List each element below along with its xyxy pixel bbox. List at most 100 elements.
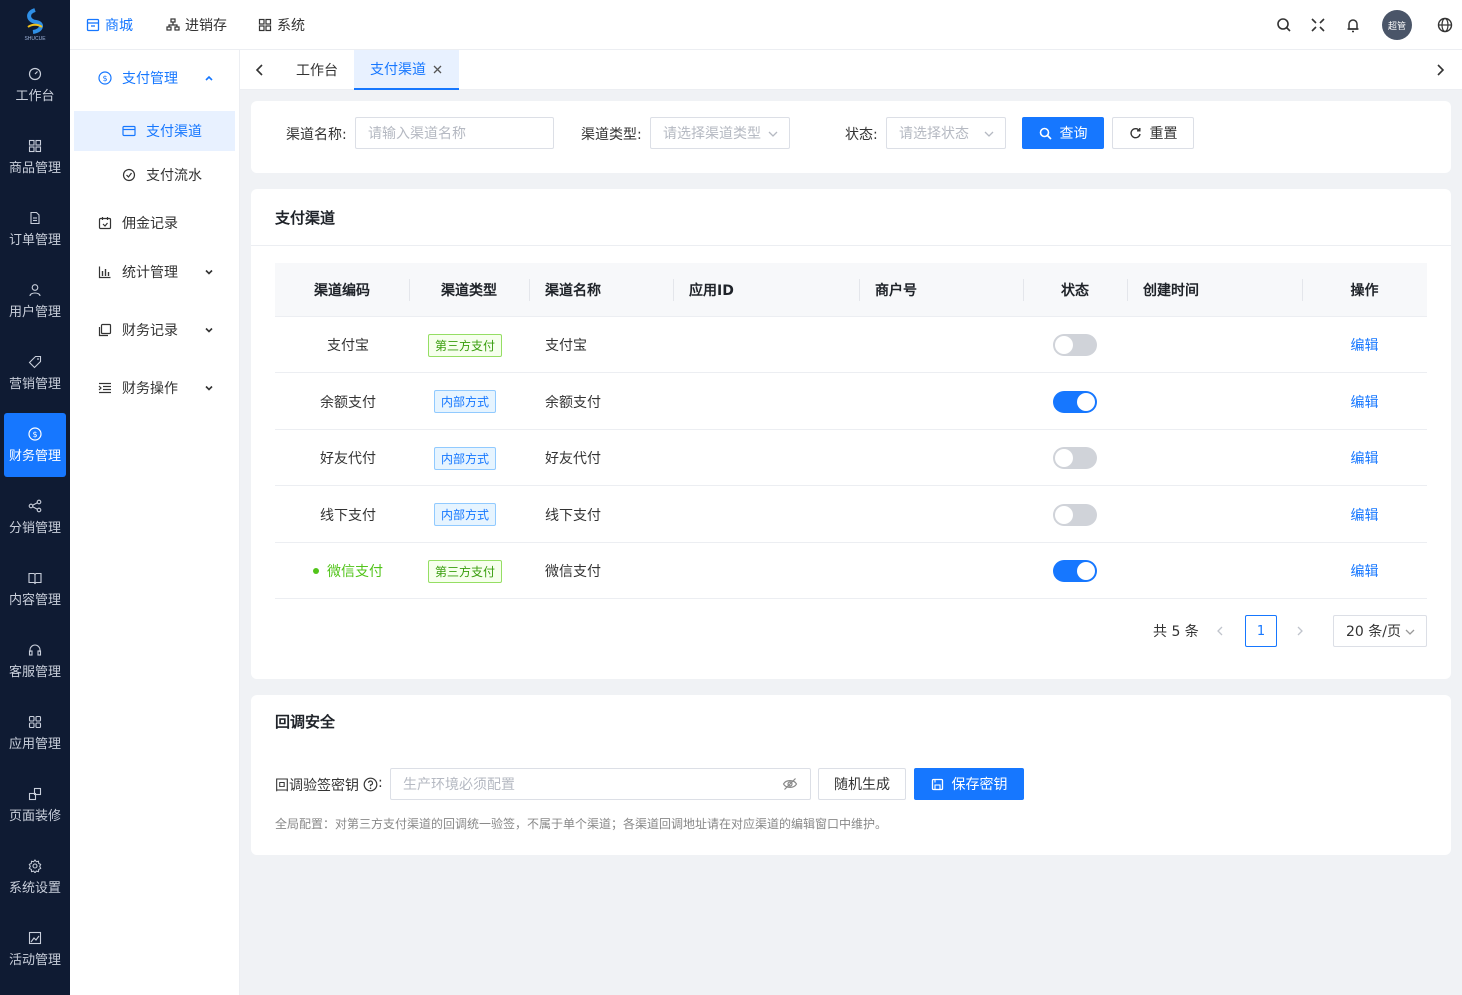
logo[interactable]: SHUCUE bbox=[0, 0, 70, 50]
submenu-item-statistics[interactable]: 统计管理 bbox=[70, 252, 235, 292]
channel-name-input[interactable]: 请输入渠道名称 bbox=[355, 117, 554, 149]
submenu-item-label: 支付流水 bbox=[146, 168, 202, 184]
status-toggle[interactable] bbox=[1053, 390, 1097, 413]
rail-item-label: 用户管理 bbox=[8, 304, 61, 320]
tab-workbench[interactable]: 工作台 bbox=[296, 50, 338, 90]
callback-title: 回调安全 bbox=[275, 713, 336, 731]
eye-off-icon[interactable] bbox=[782, 777, 798, 791]
avatar[interactable]: 超管 bbox=[1382, 10, 1412, 40]
submenu-item-finance-records[interactable]: 财务记录 bbox=[70, 310, 235, 350]
search-icon[interactable] bbox=[1275, 16, 1293, 34]
rail-item[interactable]: 分销管理 bbox=[4, 485, 66, 549]
toggle-knob bbox=[1055, 505, 1073, 524]
channel-name: 余额支付 bbox=[545, 394, 601, 411]
reset-button[interactable]: 重置 bbox=[1112, 117, 1194, 149]
rail-item[interactable]: 营销管理 bbox=[4, 341, 66, 405]
system-icon bbox=[258, 18, 272, 32]
edit-link[interactable]: 编辑 bbox=[1351, 448, 1379, 468]
topnav-store[interactable]: 商城 bbox=[86, 0, 133, 50]
grid-icon bbox=[28, 139, 42, 152]
pagination-total: 共 5 条 bbox=[1153, 624, 1199, 640]
reset-button-label: 重置 bbox=[1149, 126, 1178, 142]
close-icon[interactable] bbox=[432, 64, 443, 75]
channel-type-select[interactable]: 请选择渠道类型 bbox=[650, 117, 790, 149]
channel-type-placeholder: 请选择渠道类型 bbox=[663, 126, 761, 142]
rail-item[interactable]: 工作台 bbox=[4, 53, 66, 117]
column-divider bbox=[859, 279, 860, 301]
search-button[interactable]: 查询 bbox=[1022, 117, 1104, 149]
rail-item[interactable]: 内容管理 bbox=[4, 557, 66, 621]
rail-item[interactable]: 订单管理 bbox=[4, 197, 66, 261]
status-toggle[interactable] bbox=[1053, 334, 1097, 356]
bell-icon[interactable] bbox=[1344, 16, 1362, 34]
page-number[interactable]: 1 bbox=[1245, 615, 1277, 647]
topnav-inventory[interactable]: 进销存 bbox=[166, 0, 227, 50]
sub-menu: $ 支付管理 支付渠道 支付流水 佣金记录 统计管理 财务记录 财务操作 bbox=[70, 50, 240, 995]
submenu-item-commission[interactable]: 佣金记录 bbox=[70, 203, 235, 243]
rail-item[interactable]: 活动管理 bbox=[4, 917, 66, 981]
status-toggle[interactable] bbox=[1053, 503, 1097, 526]
channel-type-tag: 第三方支付 bbox=[427, 559, 502, 583]
globe-icon[interactable] bbox=[1436, 16, 1454, 34]
callback-key-input[interactable]: 生产环境必须配置 bbox=[390, 768, 811, 800]
rail-item[interactable]: 系统设置 bbox=[4, 845, 66, 909]
submenu-group-payment[interactable]: $ 支付管理 bbox=[70, 58, 235, 98]
cell-type: 内部方式 bbox=[409, 487, 521, 543]
status-toggle[interactable] bbox=[1053, 560, 1097, 582]
rail-item[interactable]: 客服管理 bbox=[4, 629, 66, 693]
fullscreen-icon[interactable] bbox=[1309, 16, 1327, 34]
submenu-item-payment-flow[interactable]: 支付流水 bbox=[70, 155, 235, 195]
status-select[interactable]: 请选择状态 bbox=[886, 117, 1006, 149]
page-size-text: 20 条/页 bbox=[1346, 624, 1401, 640]
column-divider bbox=[673, 279, 674, 301]
rail-item[interactable]: $ 财务管理 bbox=[4, 413, 66, 477]
toggle-knob bbox=[1077, 392, 1095, 411]
chevron-down-icon bbox=[205, 269, 213, 275]
random-generate-button[interactable]: 随机生成 bbox=[818, 768, 906, 800]
rail-item[interactable]: 应用管理 bbox=[4, 701, 66, 765]
tab-payment-channel[interactable]: 支付渠道 bbox=[354, 50, 459, 90]
next-page-icon[interactable] bbox=[1295, 625, 1305, 637]
topnav-system[interactable]: 系统 bbox=[258, 0, 305, 50]
calendar-icon bbox=[98, 217, 112, 230]
table-header: 渠道编码 渠道类型 渠道名称 应用ID 商户号 状态 创建时间 操作 bbox=[275, 263, 1427, 317]
status-toggle[interactable] bbox=[1053, 447, 1097, 469]
user-icon bbox=[29, 283, 41, 296]
rail-item[interactable]: 商品管理 bbox=[4, 125, 66, 189]
edit-link[interactable]: 编辑 bbox=[1351, 392, 1379, 412]
channel-code: 支付宝 bbox=[327, 338, 369, 354]
tab-bar: 工作台 支付渠道 bbox=[240, 50, 1462, 90]
chevron-right-icon[interactable] bbox=[1434, 63, 1446, 77]
cell-code: 余额支付 bbox=[275, 374, 421, 430]
submenu-item-payment-channel[interactable]: 支付渠道 bbox=[74, 111, 235, 151]
page-number-text: 1 bbox=[1256, 623, 1266, 639]
image-icon bbox=[28, 931, 42, 944]
colon-label: : bbox=[378, 775, 383, 791]
submenu-item-label: 财务操作 bbox=[122, 381, 178, 397]
rail-item[interactable]: 页面装修 bbox=[4, 773, 66, 837]
edit-link[interactable]: 编辑 bbox=[1351, 561, 1379, 581]
page-size-select[interactable]: 20 条/页 bbox=[1333, 615, 1427, 647]
rail-item[interactable]: 用户管理 bbox=[4, 269, 66, 333]
channel-code: 微信支付 bbox=[327, 564, 383, 580]
save-key-button[interactable]: 保存密钥 bbox=[914, 768, 1024, 800]
channel-type-tag: 内部方式 bbox=[433, 390, 496, 413]
column-header: 商户号 bbox=[875, 283, 917, 299]
cell-status bbox=[1023, 487, 1127, 543]
cell-name: 线下支付 bbox=[545, 487, 601, 543]
prev-page-icon[interactable] bbox=[1215, 625, 1225, 637]
column-header: 渠道编码 bbox=[314, 283, 370, 299]
chart-icon bbox=[98, 266, 111, 279]
toggle-knob bbox=[1077, 562, 1095, 580]
edit-link[interactable]: 编辑 bbox=[1351, 335, 1379, 355]
tag-icon bbox=[28, 355, 42, 368]
rail-item-label: 客服管理 bbox=[8, 664, 61, 680]
submenu-item-finance-ops[interactable]: 财务操作 bbox=[70, 368, 235, 408]
channel-name-label: 渠道名称: bbox=[286, 127, 347, 143]
edit-link[interactable]: 编辑 bbox=[1351, 505, 1379, 525]
help-icon[interactable] bbox=[363, 777, 378, 792]
chevron-left-icon[interactable] bbox=[254, 63, 266, 77]
share-icon bbox=[28, 499, 42, 512]
rail-item-label: 订单管理 bbox=[8, 232, 61, 248]
toggle-knob bbox=[1055, 336, 1073, 354]
